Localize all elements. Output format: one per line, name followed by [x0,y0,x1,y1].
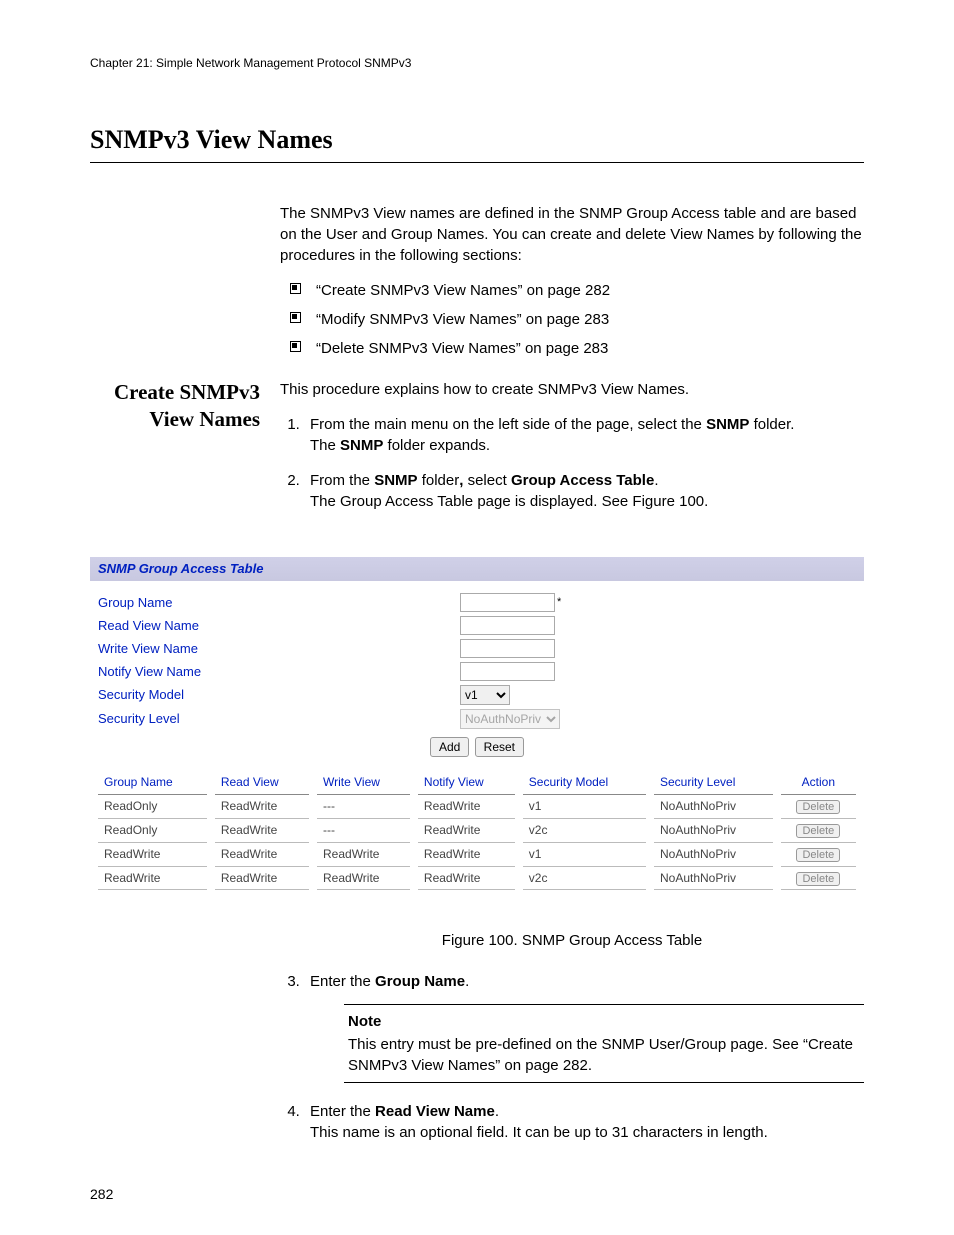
table-cell: ReadWrite [418,843,515,867]
th-action: Action [781,771,856,795]
section-rule [90,162,864,163]
table-row: ReadOnly ReadWrite --- ReadWrite v2c NoAuthNo… [98,819,856,843]
bullet-item: “Create SNMPv3 View Names” on page 282 [316,282,610,299]
step-4: Enter the Read View Name. This name is a… [304,1101,864,1143]
input-write-view[interactable] [460,639,555,658]
table-cell: NoAuthNoPriv [654,795,773,819]
table-cell: ReadWrite [418,795,515,819]
figure-100: SNMP Group Access Table Group Name * Rea… [90,557,864,890]
delete-button[interactable]: Delete [796,848,840,862]
table-cell: ReadWrite [98,843,207,867]
th-group-name: Group Name [98,771,207,795]
label-read-view: Read View Name [90,617,460,635]
select-security-level[interactable]: NoAuthNoPriv [460,709,560,729]
table-row: ReadWrite ReadWrite ReadWrite ReadWrite v2c N… [98,867,856,891]
delete-button[interactable]: Delete [796,872,840,886]
sub-heading: Create SNMPv3 View Names [90,379,260,434]
label-write-view: Write View Name [90,640,460,658]
table-cell: v2c [523,819,646,843]
bullet-item: “Modify SNMPv3 View Names” on page 283 [316,311,609,328]
section-title: SNMPv3 View Names [90,122,864,158]
step-2: From the SNMP folder, select Group Acces… [304,470,864,512]
bullet-item: “Delete SNMPv3 View Names” on page 283 [316,340,608,357]
table-cell: v2c [523,867,646,891]
bullet-icon [290,283,301,294]
delete-button[interactable]: Delete [796,824,840,838]
table-cell: ReadWrite [317,843,410,867]
th-read-view: Read View [215,771,309,795]
table-row: ReadWrite ReadWrite ReadWrite ReadWrite v1 No… [98,843,856,867]
label-security-model: Security Model [90,686,460,704]
add-button[interactable]: Add [430,737,469,757]
th-security-level: Security Level [654,771,773,795]
table-cell: ReadOnly [98,819,207,843]
th-security-model: Security Model [523,771,646,795]
bullet-icon [290,312,301,323]
figure-caption: Figure 100. SNMP Group Access Table [280,930,864,951]
step-1: From the main menu on the left side of t… [304,414,864,456]
page-number: 282 [90,1185,113,1205]
label-group-name: Group Name [90,594,460,612]
table-cell: ReadWrite [215,819,309,843]
table-cell: ReadWrite [98,867,207,891]
table-cell: --- [317,819,410,843]
delete-button[interactable]: Delete [796,800,840,814]
note-title: Note [348,1011,860,1032]
table-cell: ReadOnly [98,795,207,819]
sub-intro: This procedure explains how to create SN… [280,379,864,400]
intro-paragraph: The SNMPv3 View names are defined in the… [280,203,864,266]
table-cell-action: Delete [781,795,856,819]
chapter-header: Chapter 21: Simple Network Management Pr… [90,55,864,72]
reset-button[interactable]: Reset [475,737,524,757]
table-cell-action: Delete [781,843,856,867]
label-notify-view: Notify View Name [90,663,460,681]
input-group-name[interactable] [460,593,555,612]
step-3: Enter the Group Name. Note This entry mu… [304,971,864,1083]
table-cell: --- [317,795,410,819]
note-block: Note This entry must be pre-defined on t… [344,1004,864,1083]
input-read-view[interactable] [460,616,555,635]
table-cell: ReadWrite [317,867,410,891]
table-cell: v1 [523,795,646,819]
table-cell: NoAuthNoPriv [654,867,773,891]
select-security-model[interactable]: v1 [460,685,510,705]
table-cell: v1 [523,843,646,867]
input-notify-view[interactable] [460,662,555,681]
bullet-list: “Create SNMPv3 View Names” on page 282 “… [290,280,864,359]
note-body: This entry must be pre-defined on the SN… [348,1034,860,1076]
table-cell-action: Delete [781,819,856,843]
table-cell: ReadWrite [418,819,515,843]
required-asterisk-icon: * [555,595,561,610]
table-cell: ReadWrite [215,843,309,867]
group-access-table: Group Name Read View Write View Notify V… [90,771,864,890]
label-security-level: Security Level [90,710,460,728]
table-cell: ReadWrite [215,795,309,819]
table-row: ReadOnly ReadWrite --- ReadWrite v1 NoAuthNoP… [98,795,856,819]
bullet-icon [290,341,301,352]
table-cell: NoAuthNoPriv [654,819,773,843]
table-cell: NoAuthNoPriv [654,843,773,867]
table-cell: ReadWrite [215,867,309,891]
th-write-view: Write View [317,771,410,795]
th-notify-view: Notify View [418,771,515,795]
figure-header: SNMP Group Access Table [90,557,864,581]
table-cell: ReadWrite [418,867,515,891]
table-cell-action: Delete [781,867,856,891]
